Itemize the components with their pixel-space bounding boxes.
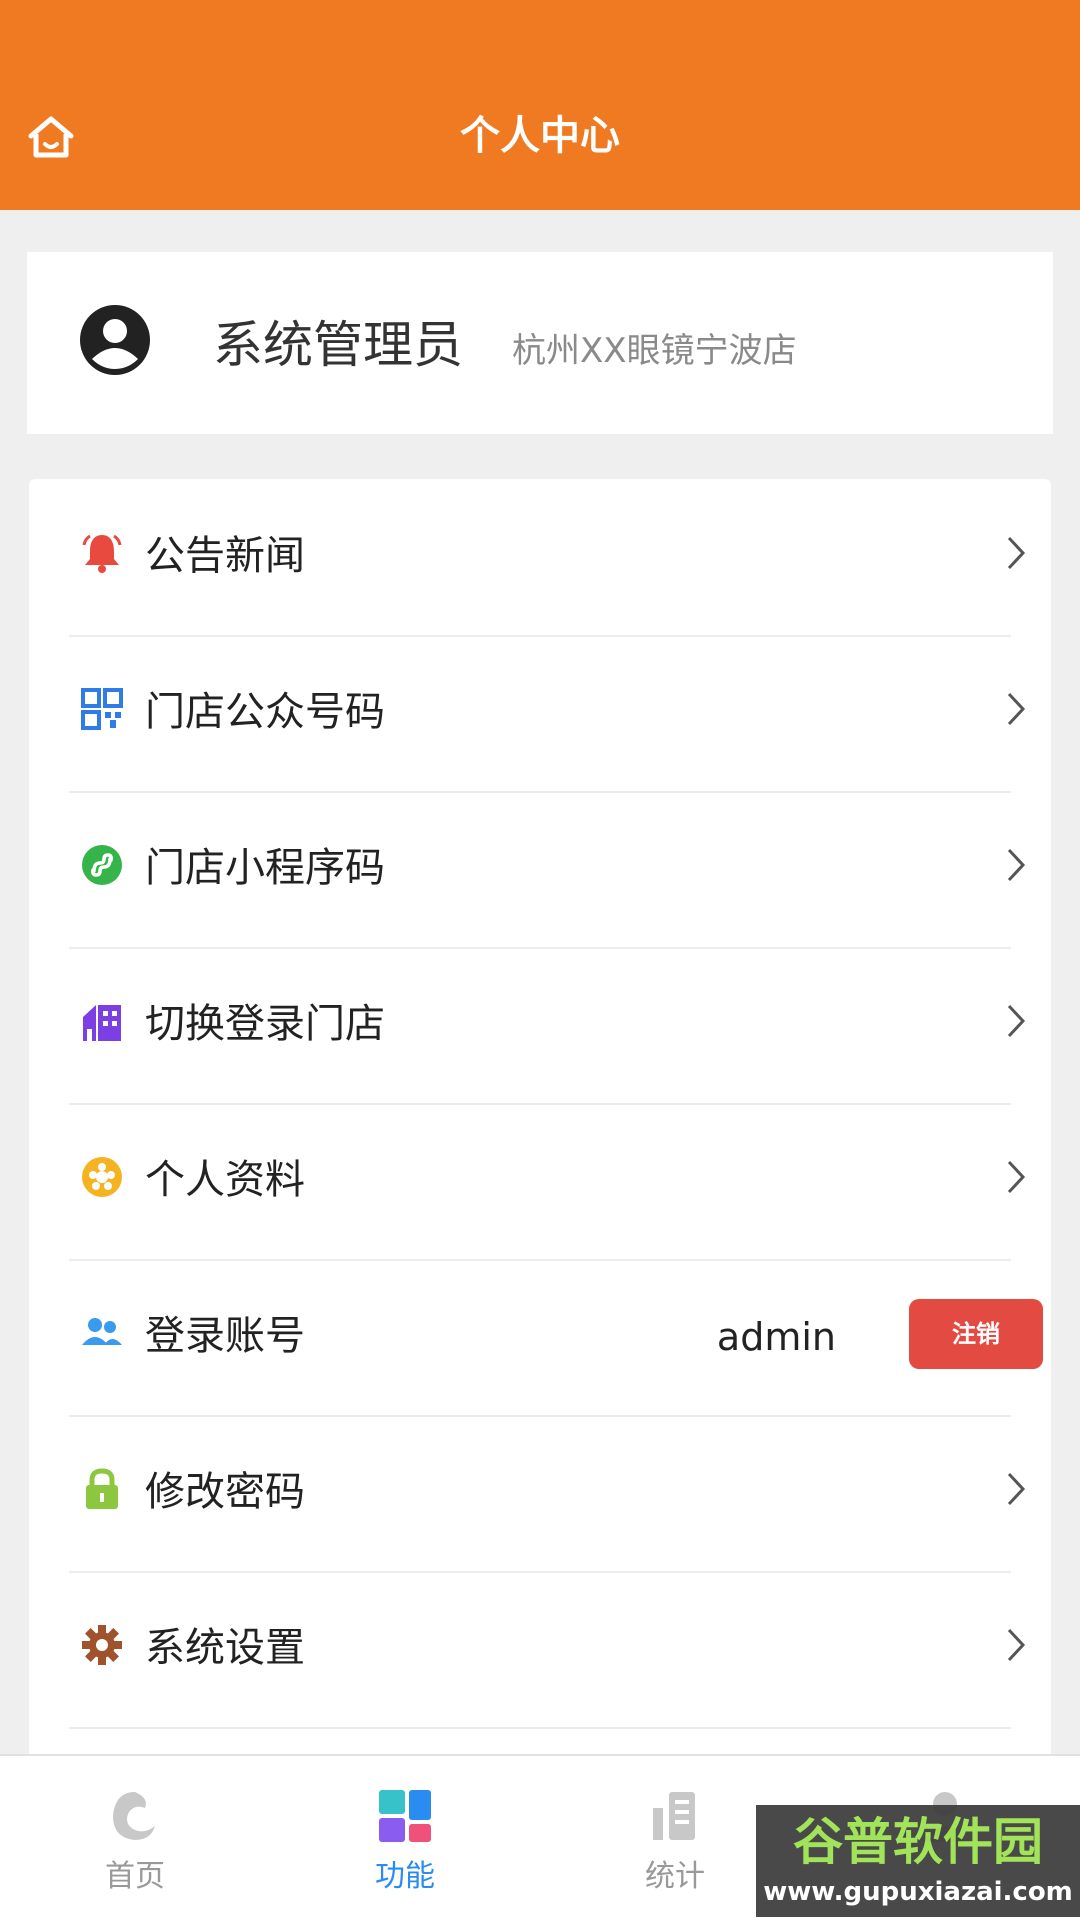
menu-item-label: 门店小程序码	[145, 845, 385, 891]
function-grid-icon	[379, 1790, 431, 1842]
menu-item-store-official-qr[interactable]: 门店公众号码	[69, 635, 1026, 793]
chevron-right-icon	[1007, 1004, 1026, 1038]
tab-label: 首页	[105, 1859, 165, 1894]
users-icon	[82, 1318, 122, 1345]
watermark-logo: 谷普软件园 www.gupuxiazai.com	[756, 1805, 1080, 1917]
menu-item-store-mini-program[interactable]: 门店小程序码	[69, 791, 1026, 949]
menu-item-system-settings[interactable]: 系统设置	[69, 1571, 1026, 1729]
menu-item-label: 切换登录门店	[145, 1001, 385, 1047]
menu-item-announcements[interactable]: 公告新闻	[69, 479, 1026, 637]
chevron-right-icon	[1007, 1472, 1026, 1506]
watermark-url: www.gupuxiazai.com	[763, 1877, 1073, 1907]
menu-item-profile[interactable]: 个人资料	[69, 1103, 1026, 1261]
profile-icon	[82, 1157, 122, 1197]
lock-icon	[86, 1468, 118, 1509]
chevron-right-icon	[1007, 848, 1026, 882]
menu-item-login-account: 登录账号 admin 注销	[69, 1259, 1043, 1417]
home-tab-icon	[113, 1792, 155, 1840]
chevron-right-icon	[1007, 692, 1026, 726]
statistics-icon	[653, 1792, 695, 1840]
bell-icon	[82, 534, 122, 573]
logout-button[interactable]: 注销	[909, 1299, 1043, 1369]
account-username: admin	[716, 1315, 836, 1359]
profile-card[interactable]: 系统管理员 杭州XX眼镜宁波店	[27, 252, 1053, 434]
chevron-right-icon	[1007, 1628, 1026, 1662]
mini-program-icon	[82, 845, 122, 885]
menu-item-switch-store[interactable]: 切换登录门店	[69, 947, 1026, 1105]
qrcode-icon	[81, 688, 123, 730]
menu-item-label: 登录账号	[145, 1313, 305, 1359]
tab-label: 功能	[375, 1859, 435, 1894]
menu-list: 公告新闻 门店公众号码 门店小程序码 切换登录门店 个人资料 登录账号 admi…	[29, 479, 1051, 1759]
user-avatar-icon	[80, 305, 150, 375]
profile-store: 杭州XX眼镜宁波店	[512, 331, 797, 371]
menu-item-label: 公告新闻	[145, 533, 305, 579]
watermark-text: 谷普软件园	[793, 1813, 1043, 1871]
menu-item-label: 门店公众号码	[145, 689, 385, 735]
tab-functions[interactable]: 功能	[270, 1756, 540, 1922]
profile-name: 系统管理员	[213, 316, 463, 374]
chevron-right-icon	[1007, 536, 1026, 570]
menu-item-label: 修改密码	[145, 1469, 305, 1515]
store-building-icon	[83, 1005, 121, 1041]
gear-icon	[82, 1625, 122, 1665]
menu-item-label: 系统设置	[145, 1625, 305, 1671]
menu-item-label: 个人资料	[145, 1157, 305, 1203]
header-bar: 个人中心	[0, 0, 1080, 210]
menu-item-change-password[interactable]: 修改密码	[69, 1415, 1026, 1573]
chevron-right-icon	[1007, 1160, 1026, 1194]
tab-home[interactable]: 首页	[0, 1756, 270, 1922]
page-title: 个人中心	[460, 113, 620, 159]
